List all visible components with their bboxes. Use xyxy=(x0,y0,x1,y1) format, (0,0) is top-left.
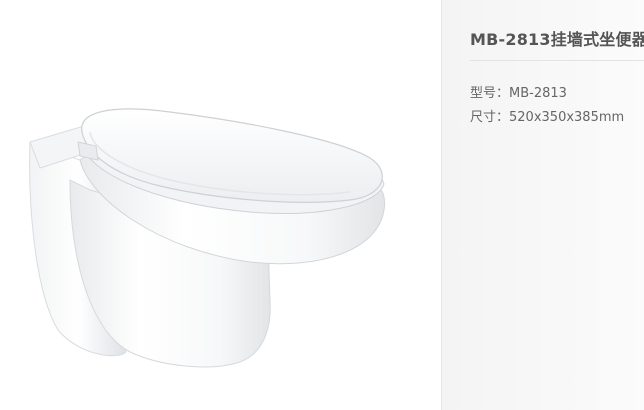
wall-hung-toilet-image xyxy=(29,108,386,368)
spec-label-model: 型号： xyxy=(470,86,510,101)
spec-value-size: 520x350x385mm xyxy=(509,110,625,125)
spec-value-model: MB-2813 xyxy=(509,86,567,101)
spec-label-size: 尺寸： xyxy=(470,110,510,125)
product-info-panel: MB-2813挂墙式坐便器 型号：MB-2813 尺寸：520x350x385m… xyxy=(442,0,644,410)
spec-row-size: 尺寸：520x350x385mm xyxy=(470,106,624,125)
product-title: MB-2813挂墙式坐便器 xyxy=(470,30,644,49)
title-divider xyxy=(470,60,644,61)
product-image-panel xyxy=(0,0,441,410)
spec-row-model: 型号：MB-2813 xyxy=(470,82,567,101)
